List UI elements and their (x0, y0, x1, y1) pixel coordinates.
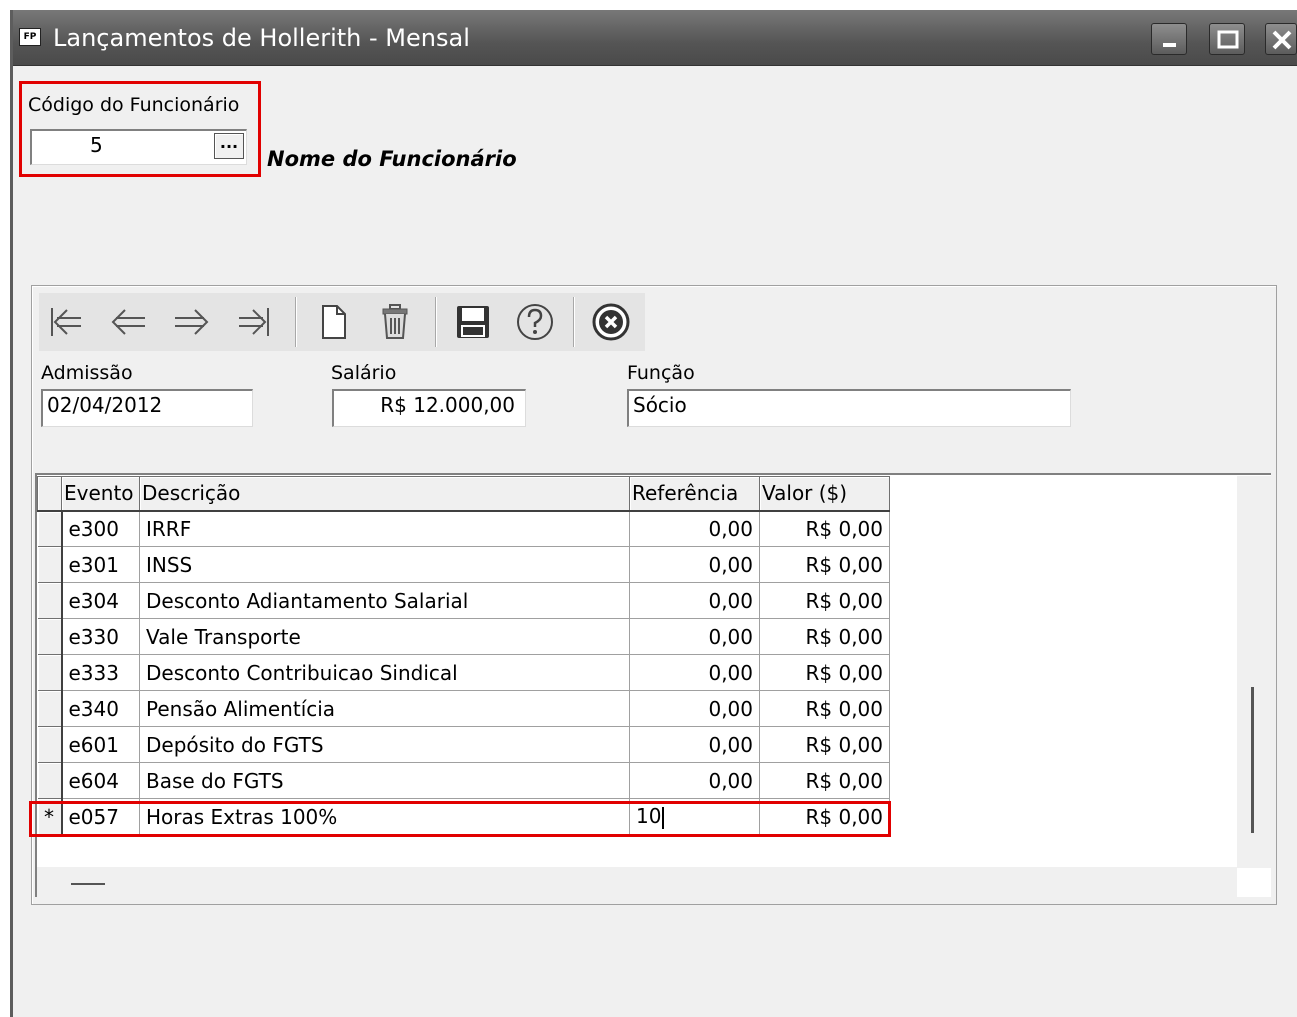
first-record-icon[interactable] (45, 300, 89, 344)
toolbar-separator (295, 297, 297, 347)
valor-cell[interactable]: R$ 0,00 (759, 726, 890, 763)
evento-cell[interactable]: e301 (61, 546, 140, 583)
valor-cell[interactable]: R$ 0,00 (759, 762, 890, 799)
delete-icon[interactable] (373, 300, 417, 344)
window-client: Código do Funcionário 5 ... Nome do Func… (13, 67, 1297, 1017)
table-row[interactable]: e340 Pensão Alimentícia 0,00 R$ 0,00 (37, 690, 890, 727)
window-title: Lançamentos de Hollerith - Mensal (53, 24, 470, 52)
save-icon[interactable] (451, 300, 495, 344)
cancel-icon[interactable] (589, 300, 633, 344)
valor-cell[interactable]: R$ 0,00 (759, 618, 890, 655)
table-row[interactable]: e330 Vale Transporte 0,00 R$ 0,00 (37, 618, 890, 655)
evento-cell[interactable]: e304 (61, 582, 140, 619)
evento-cell[interactable]: e340 (61, 690, 140, 727)
evento-cell[interactable]: e300 (61, 510, 140, 547)
navigation-toolbar (39, 293, 645, 351)
toolbar-separator (573, 297, 575, 347)
evento-cell[interactable]: e604 (61, 762, 140, 799)
column-header-valor[interactable]: Valor ($) (759, 476, 890, 512)
table-row[interactable]: e300 IRRF 0,00 R$ 0,00 (37, 510, 890, 547)
grid-vertical-scrollbar-track (1237, 476, 1271, 868)
referencia-cell[interactable]: 0,00 (629, 762, 760, 799)
grid-horizontal-scrollbar[interactable] (71, 883, 105, 885)
funcao-label: Função (627, 362, 695, 384)
row-indicator-header (37, 476, 62, 512)
descricao-cell[interactable]: Desconto Adiantamento Salarial (139, 582, 630, 619)
maximize-icon[interactable] (1209, 23, 1245, 55)
evento-cell[interactable]: e333 (61, 654, 140, 691)
descricao-cell[interactable]: INSS (139, 546, 630, 583)
last-record-icon[interactable] (231, 300, 275, 344)
row-indicator[interactable] (37, 726, 63, 763)
toolbar-separator (435, 297, 437, 347)
column-header-referencia[interactable]: Referência (629, 476, 760, 512)
referencia-cell[interactable]: 0,00 (629, 654, 760, 691)
evento-cell[interactable]: e330 (61, 618, 140, 655)
row-indicator[interactable] (37, 546, 63, 583)
table-row[interactable]: e604 Base do FGTS 0,00 R$ 0,00 (37, 762, 890, 799)
title-bar[interactable]: FP Lançamentos de Hollerith - Mensal (13, 10, 1297, 66)
valor-cell[interactable]: R$ 0,00 (759, 690, 890, 727)
referencia-cell[interactable]: 0,00 (629, 546, 760, 583)
next-record-icon[interactable] (169, 300, 213, 344)
descricao-cell[interactable]: IRRF (139, 510, 630, 547)
new-row-highlight (29, 801, 891, 837)
descricao-cell[interactable]: Depósito do FGTS (139, 726, 630, 763)
events-table: Evento Descrição Referência Valor ($) e3… (37, 476, 890, 835)
valor-cell[interactable]: R$ 0,00 (759, 510, 890, 547)
column-header-descricao[interactable]: Descrição (139, 476, 630, 512)
referencia-cell[interactable]: 0,00 (629, 510, 760, 547)
row-indicator[interactable] (37, 510, 63, 547)
previous-record-icon[interactable] (107, 300, 151, 344)
salario-label: Salário (331, 362, 397, 384)
referencia-cell[interactable]: 0,00 (629, 690, 760, 727)
row-indicator[interactable] (37, 582, 63, 619)
employee-lookup-button[interactable]: ... (214, 133, 244, 159)
valor-cell[interactable]: R$ 0,00 (759, 582, 890, 619)
minimize-icon[interactable] (1151, 23, 1187, 55)
employee-code-label: Código do Funcionário (28, 94, 240, 116)
table-header-row: Evento Descrição Referência Valor ($) (37, 476, 890, 512)
table-row[interactable]: e601 Depósito do FGTS 0,00 R$ 0,00 (37, 726, 890, 763)
app-icon: FP (19, 28, 41, 46)
employee-name: Nome do Funcionário (267, 147, 517, 171)
grid-vertical-scrollbar[interactable] (1251, 687, 1254, 833)
descricao-cell[interactable]: Vale Transporte (139, 618, 630, 655)
valor-cell[interactable]: R$ 0,00 (759, 654, 890, 691)
new-record-icon[interactable] (311, 300, 355, 344)
row-indicator[interactable] (37, 618, 63, 655)
row-indicator[interactable] (37, 690, 63, 727)
descricao-cell[interactable]: Base do FGTS (139, 762, 630, 799)
close-icon[interactable] (1265, 23, 1297, 55)
referencia-cell[interactable]: 0,00 (629, 582, 760, 619)
valor-cell[interactable]: R$ 0,00 (759, 546, 890, 583)
hollerith-window: FP Lançamentos de Hollerith - Mensal Cód… (10, 10, 1297, 1017)
grid-horizontal-scrollbar-track (37, 867, 1237, 897)
admissao-label: Admissão (41, 362, 133, 384)
referencia-cell[interactable]: 0,00 (629, 726, 760, 763)
table-row[interactable]: e333 Desconto Contribuicao Sindical 0,00… (37, 654, 890, 691)
row-indicator[interactable] (37, 762, 63, 799)
descricao-cell[interactable]: Pensão Alimentícia (139, 690, 630, 727)
evento-cell[interactable]: e601 (61, 726, 140, 763)
row-indicator[interactable] (37, 654, 63, 691)
salario-field[interactable]: R$ 12.000,00 (332, 389, 526, 427)
admissao-field[interactable]: 02/04/2012 (41, 389, 253, 427)
referencia-cell[interactable]: 0,00 (629, 618, 760, 655)
funcao-field[interactable]: Sócio (627, 389, 1071, 427)
table-row[interactable]: e304 Desconto Adiantamento Salarial 0,00… (37, 582, 890, 619)
descricao-cell[interactable]: Desconto Contribuicao Sindical (139, 654, 630, 691)
column-header-evento[interactable]: Evento (61, 476, 140, 512)
help-icon[interactable] (513, 300, 557, 344)
table-row[interactable]: e301 INSS 0,00 R$ 0,00 (37, 546, 890, 583)
